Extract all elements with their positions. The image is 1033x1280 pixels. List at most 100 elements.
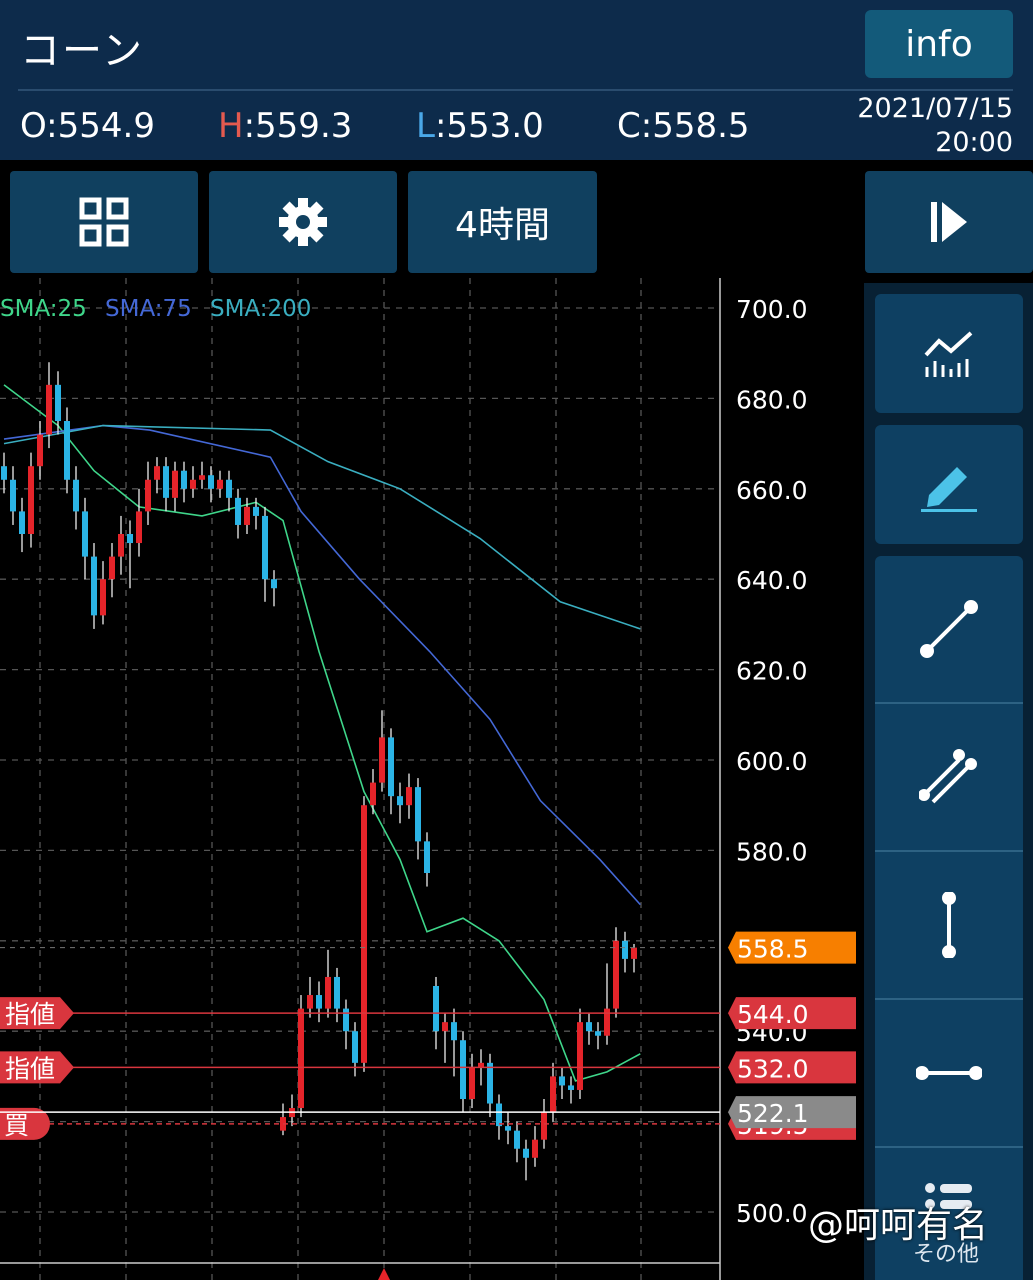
candle-body	[226, 479, 232, 498]
candle-body	[577, 1022, 583, 1090]
candle-body	[487, 1062, 493, 1104]
open-value: O:554.9	[20, 106, 155, 146]
order-type: 指値	[5, 1054, 55, 1083]
indicator-button[interactable]	[875, 294, 1023, 413]
candle-body	[253, 506, 259, 516]
order-price-label: 532.0	[737, 1054, 809, 1083]
candle-body	[181, 470, 187, 489]
y-tick-label: 640.0	[736, 566, 808, 595]
legend-sma-75: SMA:75	[105, 296, 192, 322]
candle-body	[496, 1103, 502, 1127]
open-key: O	[20, 106, 47, 146]
time: 20:00	[935, 127, 1013, 158]
candle-body	[19, 511, 25, 534]
candle-body	[127, 534, 133, 544]
candle-body	[325, 976, 331, 1009]
candle-body	[415, 787, 421, 842]
candle-body	[352, 1031, 358, 1063]
candle-body	[244, 506, 250, 525]
candle-body	[523, 1148, 529, 1158]
horizontal-line-icon	[916, 1066, 982, 1080]
gear-icon	[279, 198, 327, 246]
watermark: @呵呵有名	[808, 1205, 989, 1246]
candle-body	[298, 1008, 304, 1109]
parallel-tool[interactable]	[875, 702, 1023, 850]
candle-body	[631, 947, 637, 959]
candle-body	[73, 479, 79, 512]
timeframe-button[interactable]: 4時間	[408, 171, 597, 273]
crosshair-price-label: 522.1	[737, 1099, 809, 1128]
candle-body	[595, 1031, 601, 1036]
legend-sma-200: SMA:200	[210, 296, 311, 322]
layout-button[interactable]	[10, 171, 198, 273]
candle-body	[190, 479, 196, 489]
high-key: H	[218, 106, 244, 146]
settings-button[interactable]	[209, 171, 397, 273]
candle-body	[235, 497, 241, 525]
y-tick-label: 700.0	[736, 295, 808, 324]
candle-body	[343, 1008, 349, 1032]
low-number: 553.0	[446, 106, 544, 146]
candle-body	[334, 976, 340, 1009]
candle-body	[505, 1126, 511, 1131]
candle-body	[316, 995, 322, 1009]
candle-body	[64, 421, 70, 480]
low-key: L	[416, 106, 435, 146]
horizontal-line-tool[interactable]	[875, 998, 1023, 1146]
vertical-line-icon	[942, 892, 956, 958]
candle-body	[217, 479, 223, 489]
play-button[interactable]	[865, 171, 1033, 273]
draw-button[interactable]	[875, 425, 1023, 544]
candle-body	[136, 511, 142, 544]
date: 2021/07/15	[857, 93, 1013, 124]
timestamp: 2021/07/15 20:00	[857, 92, 1013, 160]
candle-body	[442, 1022, 448, 1032]
candle-body	[514, 1130, 520, 1149]
sma200-line	[3, 424, 641, 630]
header: コーン info O:554.9 H:559.3 L:553.0 C:558.5…	[0, 0, 1033, 160]
candle-body	[424, 841, 430, 873]
trendline-tool[interactable]	[875, 556, 1023, 702]
candle-body	[397, 796, 403, 806]
candle-body	[622, 940, 628, 959]
candle-body	[586, 1022, 592, 1032]
low-value: L:553.0	[416, 106, 544, 146]
vertical-line-tool[interactable]	[875, 850, 1023, 998]
candle-body	[37, 434, 43, 467]
instrument-title: コーン	[20, 28, 144, 74]
y-tick-label: 620.0	[736, 657, 808, 686]
candle-body	[451, 1022, 457, 1041]
trendline-icon	[920, 600, 978, 658]
event-marker-icon	[378, 1268, 390, 1280]
candle-body	[541, 1112, 547, 1140]
y-tick-label: 580.0	[736, 837, 808, 866]
y-tick-label: 500.0	[736, 1199, 808, 1228]
y-tick-label: 680.0	[736, 385, 808, 414]
candle-body	[10, 479, 16, 512]
candle-body	[172, 470, 178, 498]
candle-body	[91, 556, 97, 616]
info-button[interactable]: info	[865, 10, 1013, 78]
candle-body	[460, 1040, 466, 1099]
order-type: 指値	[5, 1000, 55, 1029]
candle-body	[208, 475, 214, 489]
candle-body	[433, 986, 439, 1032]
close-value: C:558.5	[617, 106, 750, 146]
y-tick-label: 660.0	[736, 476, 808, 505]
price-chart[interactable]: 700.0680.0660.0640.0620.0600.0580.0560.0…	[0, 278, 864, 1280]
candle-body	[118, 534, 124, 557]
candle-body	[100, 579, 106, 616]
order-price-label: 544.0	[737, 1000, 809, 1029]
candle-body	[379, 737, 385, 783]
candle-body	[82, 511, 88, 557]
candle-body	[469, 1067, 475, 1099]
candle-body	[163, 466, 169, 498]
high-number: 559.3	[255, 106, 353, 146]
open-number: 554.9	[57, 106, 155, 146]
legend-sma-25: SMA:25	[0, 296, 87, 322]
candle-body	[262, 515, 268, 580]
close-number: 558.5	[652, 106, 750, 146]
candle-body	[46, 384, 52, 435]
step-forward-icon	[931, 202, 967, 242]
grid-icon	[79, 197, 129, 247]
